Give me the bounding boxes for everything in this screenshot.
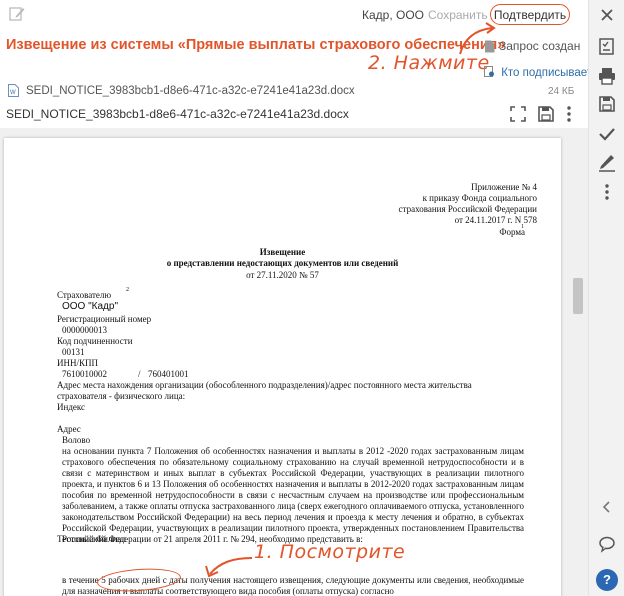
more-icon[interactable] [597, 182, 617, 202]
collapse-icon[interactable] [597, 497, 617, 517]
doc-order-1: к приказу Фонда социального [422, 193, 537, 203]
word-file-icon: W [8, 84, 19, 97]
doc-address-caption-2: страхователя - физического лица: [57, 391, 186, 401]
annotation-step-2: 2. Нажмите [368, 52, 490, 74]
doc-appendix: Приложение № 4 [471, 182, 537, 192]
who-signs-link[interactable]: Кто подписывает [484, 66, 592, 79]
doc-inn-value: 7610010002 [62, 369, 107, 379]
close-icon[interactable] [597, 5, 617, 25]
request-status-text: Запрос создан [499, 39, 581, 53]
viewer-scrollbar[interactable] [572, 128, 584, 596]
doc-index-label: Индекс [57, 402, 86, 412]
doc-regnum-value: 0000000013 [62, 325, 107, 335]
who-signs-label: Кто подписывает [501, 67, 593, 79]
file-name[interactable]: SEDI_NOTICE_3983bcb1-d8e6-471c-a32c-e724… [26, 85, 355, 97]
doc-regnum-label: Регистрационный номер [57, 314, 152, 324]
doc-insurer-footnote: 2 [126, 287, 129, 293]
doc-subordination-value: 00131 [62, 347, 85, 357]
doc-heading-date: от 27.11.2020 № 57 [246, 270, 319, 280]
fullscreen-icon[interactable] [509, 104, 527, 124]
document-page: Приложение № 4 к приказу Фонда социально… [4, 138, 561, 596]
save-icon[interactable] [597, 94, 617, 114]
viewer-file-name: SEDI_NOTICE_3983bcb1-d8e6-471c-a32c-e724… [6, 107, 349, 121]
doc-inn-separator: / [138, 369, 141, 379]
edit-icon[interactable] [8, 5, 26, 23]
doc-insurer-value: ООО "Кадр" [62, 301, 118, 312]
doc-insurer-label: Страхователю [57, 290, 112, 300]
check-icon[interactable] [597, 124, 617, 144]
scrollbar-thumb[interactable] [573, 278, 583, 314]
attached-file[interactable]: W SEDI_NOTICE_3983bcb1-d8e6-471c-a32c-e7… [0, 82, 588, 100]
annotation-arrow-2 [459, 22, 496, 55]
sign-icon[interactable] [597, 152, 617, 172]
save-button[interactable]: Сохранить [428, 8, 488, 22]
organization-name: Кадр, ООО [362, 8, 425, 22]
checklist-icon[interactable] [597, 36, 617, 56]
annotation-arrow-1 [205, 557, 253, 578]
save-icon[interactable] [538, 104, 554, 124]
file-size: 24 КБ [548, 86, 575, 97]
doc-order-3: от 24.11.2017 г. N 578 [454, 215, 537, 225]
help-icon[interactable]: ? [596, 569, 618, 591]
doc-kpp-value: 760401001 [148, 369, 189, 379]
doc-city: Волово [62, 435, 91, 445]
doc-address-caption: Адрес места нахождения организации (обос… [57, 380, 472, 390]
doc-body-paragraph: на основании пункта 7 Положения об особе… [62, 446, 525, 544]
doc-subheading: о представлении недостающих документов и… [166, 258, 399, 268]
doc-heading: Извещение [259, 247, 306, 257]
doc-address-label: Адрес [57, 424, 81, 434]
doc-order-2: страхования Российской Федерации [398, 204, 537, 214]
doc-branch: Тестовый Филиал [57, 534, 126, 544]
doc-subordination-label: Код подчиненности [57, 336, 133, 346]
doc-form-footnote: 1 [521, 224, 524, 230]
svg-text:W: W [10, 90, 16, 96]
document-viewer[interactable]: Приложение № 4 к приказу Фонда социально… [0, 128, 588, 596]
doc-inn-label: ИНН/КПП [57, 358, 99, 368]
annotation-step-1: 1. Посмотрите [254, 541, 406, 563]
notice-title: Извещение из системы «Прямые выплаты стр… [6, 37, 506, 53]
print-icon[interactable] [597, 66, 617, 86]
right-action-rail: ? [588, 0, 624, 596]
more-icon[interactable] [564, 104, 574, 124]
comment-icon[interactable] [597, 534, 617, 554]
signers-icon [484, 66, 494, 77]
